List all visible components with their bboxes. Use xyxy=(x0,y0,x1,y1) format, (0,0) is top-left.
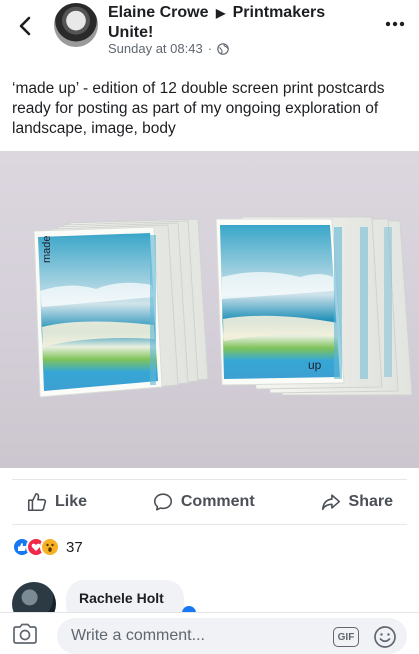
post-meta: Sunday at 08:43 · xyxy=(108,41,229,56)
left-card-text: made xyxy=(41,235,53,263)
thumbs-up-icon xyxy=(27,492,47,512)
chevron-left-icon[interactable] xyxy=(14,14,38,38)
commenter-name[interactable]: Rachele Holt xyxy=(79,590,164,606)
share-button[interactable]: Share xyxy=(306,491,407,513)
wow-reaction-icon xyxy=(40,537,60,557)
postcards-photo: made up xyxy=(33,216,413,398)
comment-icon xyxy=(153,493,172,511)
comment-composer: GIF xyxy=(0,612,419,654)
post-photo[interactable]: made up xyxy=(0,151,419,468)
author-name[interactable]: Elaine Crowe xyxy=(108,4,208,21)
reaction-count: 37 xyxy=(66,538,83,556)
post-title: Elaine Crowe ▶ Printmakers Unite! xyxy=(108,3,368,43)
camera-icon[interactable] xyxy=(12,622,38,646)
left-card-stack xyxy=(33,218,209,398)
group-arrow-icon: ▶ xyxy=(215,6,226,20)
comment-bubble[interactable]: Rachele Holt xyxy=(66,580,184,612)
comment-label: Comment xyxy=(180,493,255,510)
author-avatar[interactable] xyxy=(54,3,98,47)
share-label: Share xyxy=(348,493,393,510)
comment-button[interactable]: Comment xyxy=(138,491,269,513)
emoji-icon[interactable] xyxy=(373,625,397,649)
like-button[interactable]: Like xyxy=(12,491,101,513)
reaction-summary[interactable]: 37 xyxy=(12,537,83,557)
commenter-avatar[interactable] xyxy=(12,582,56,612)
like-label: Like xyxy=(55,493,88,510)
globe-icon xyxy=(217,42,229,55)
more-dots-icon[interactable] xyxy=(383,12,407,36)
post-actions: Like Comment Share xyxy=(12,479,407,525)
meta-separator: · xyxy=(207,41,213,56)
right-card-text: up xyxy=(308,358,322,372)
post-timestamp[interactable]: Sunday at 08:43 xyxy=(108,41,203,56)
gif-button[interactable]: GIF xyxy=(333,627,359,647)
post-header: Elaine Crowe ▶ Printmakers Unite! Sunday… xyxy=(0,0,419,70)
post-text: ‘made up’ - edition of 12 double screen … xyxy=(12,80,385,137)
comment-item: Rachele Holt xyxy=(0,578,419,612)
share-icon xyxy=(321,494,340,511)
